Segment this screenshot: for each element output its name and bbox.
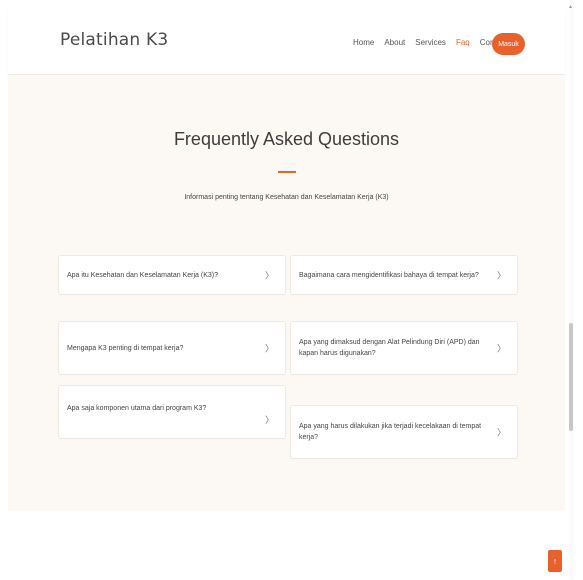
faq-item[interactable]: Apa itu Kesehatan dan Keselamatan Kerja …	[59, 256, 285, 294]
faq-item[interactable]: Bagaimana cara mengidentifikasi bahaya d…	[291, 256, 517, 294]
faq-question: Apa itu Kesehatan dan Keselamatan Kerja …	[67, 271, 218, 279]
chevron-right-icon: 〉	[496, 343, 506, 354]
nav-faq[interactable]: Faq	[456, 38, 470, 47]
nav-about[interactable]: About	[384, 38, 405, 47]
faq-subtitle: Informasi penting tentang Kesehatan dan …	[184, 194, 389, 201]
faq-item[interactable]: Apa yang harus dilakukan jika terjadi ke…	[291, 406, 517, 458]
back-to-top-button[interactable]: ↑	[548, 550, 562, 572]
page: Pelatihan K3 Home About Services Faq Con…	[0, 0, 583, 580]
login-button[interactable]: Masuk	[492, 33, 525, 55]
chevron-right-icon: 〉	[264, 343, 274, 354]
page-scrollbar[interactable]	[569, 0, 574, 580]
faq-question: Mengapa K3 penting di tempat kerja?	[67, 344, 184, 352]
faq-question: Bagaimana cara mengidentifikasi bahaya d…	[299, 271, 479, 279]
nav-services[interactable]: Services	[415, 38, 446, 47]
faq-question: Apa yang dimaksud dengan Alat Pelindung …	[299, 339, 480, 357]
site-header: Pelatihan K3 Home About Services Faq Con…	[8, 8, 565, 74]
faq-question: Apa saja komponen utama dari program K3?	[67, 405, 207, 412]
title-underline	[278, 171, 296, 173]
faq-question: Apa yang harus dilakukan jika terjadi ke…	[299, 423, 482, 441]
chevron-right-icon: 〉	[496, 270, 506, 281]
faq-title: Frequently Asked Questions	[173, 129, 400, 149]
chevron-right-icon: 〉	[264, 415, 274, 425]
nav-home[interactable]: Home	[353, 38, 374, 47]
chevron-right-icon: 〉	[496, 427, 506, 438]
faq-item[interactable]: Apa yang dimaksud dengan Alat Pelindung …	[291, 322, 517, 374]
faq-item[interactable]: Apa saja komponen utama dari program K3?…	[59, 386, 285, 438]
faq-item[interactable]: Mengapa K3 penting di tempat kerja? 〉	[59, 322, 285, 374]
brand-logo[interactable]: Pelatihan K3	[60, 30, 168, 50]
arrow-up-icon: ↑	[552, 556, 558, 566]
faq-section: Frequently Asked Questions Informasi pen…	[8, 75, 565, 511]
chevron-right-icon: 〉	[264, 270, 274, 281]
scrollbar-thumb[interactable]	[569, 323, 573, 431]
scroll-up-arrow-icon[interactable]: ▲	[568, 4, 573, 10]
